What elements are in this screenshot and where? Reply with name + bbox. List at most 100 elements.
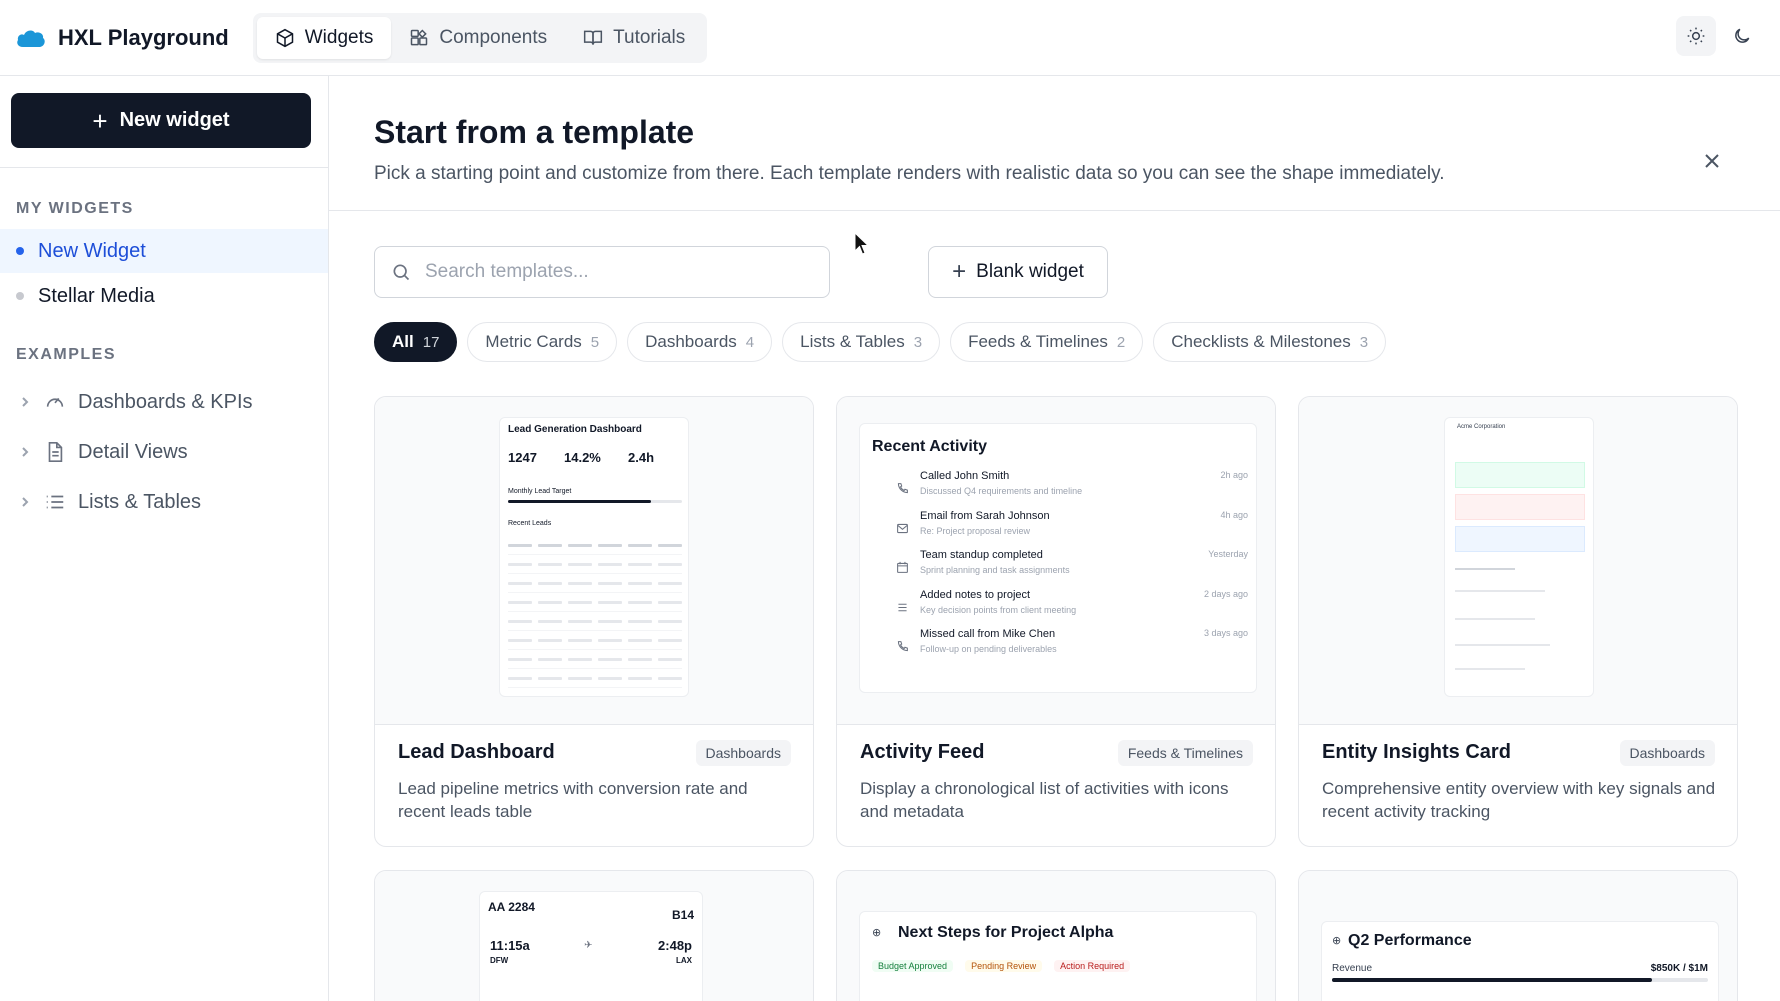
dot-icon <box>16 292 24 300</box>
revenue-value: $850K / $1M <box>1650 963 1708 974</box>
tab-tutorials[interactable]: Tutorials <box>565 17 703 59</box>
template-card-lead-dashboard[interactable]: Lead Generation Dashboard 1247 14.2% 2.4… <box>374 396 814 847</box>
chip-count: 5 <box>590 333 600 351</box>
signal-box <box>1455 526 1585 552</box>
chip-label: All <box>392 332 414 351</box>
template-card-entity-insights[interactable]: Acme Corporation Entity Insights Card Da… <box>1298 396 1738 847</box>
lead-preview-widget: Lead Generation Dashboard 1247 14.2% 2.4… <box>499 417 689 697</box>
new-widget-label: New widget <box>119 109 230 131</box>
brand[interactable]: HXL Playground <box>16 25 229 51</box>
filter-chip-checklists-milestones[interactable]: Checklists & Milestones 3 <box>1153 322 1387 362</box>
lead-table-row <box>508 555 682 574</box>
lead-target-label: Monthly Lead Target <box>508 488 572 495</box>
lead-table-cell <box>628 543 652 547</box>
perf-preview-widget: ⊕ Q2 Performance Revenue $850K / $1M <box>1321 921 1719 1001</box>
flight-preview-widget: AA 2284 B14 11:15a DFW 2:48p LAX ✈ <box>479 891 703 1001</box>
lead-table-row <box>508 631 682 650</box>
tab-tutorials-label: Tutorials <box>613 26 686 48</box>
depart-code: DFW <box>490 956 509 965</box>
target-icon: ⊕ <box>1332 935 1342 947</box>
sidebar-divider <box>0 167 329 168</box>
lead-table-cell <box>568 676 592 680</box>
lead-table-cell <box>658 657 682 661</box>
activity-item-time: 4h ago <box>1220 509 1248 520</box>
mouse-cursor-icon <box>854 232 870 255</box>
search-box[interactable] <box>374 246 830 298</box>
lead-table-cell <box>508 562 532 566</box>
filter-chip-dashboards[interactable]: Dashboards 4 <box>627 322 773 362</box>
sun-icon <box>1687 27 1705 45</box>
chip-count: 4 <box>745 333 755 351</box>
template-panel: Start from a template Pick a starting po… <box>329 76 1780 1001</box>
new-widget-button[interactable]: + New widget <box>11 93 311 148</box>
lead-table-cell <box>628 562 652 566</box>
lead-table-cell <box>658 638 682 642</box>
lead-table-cell <box>538 619 562 623</box>
activity-item-sub: Sprint planning and task assignments <box>920 565 1070 575</box>
active-dot-icon <box>16 247 24 255</box>
chip-label: Checklists & Milestones <box>1171 332 1351 351</box>
template-card-next-steps[interactable]: ⊕ Next Steps for Project Alpha Budget Ap… <box>836 870 1276 1001</box>
cube-icon <box>276 28 293 47</box>
filter-chip-feeds-timelines[interactable]: Feeds & Timelines 2 <box>950 322 1144 362</box>
lead-table-cell <box>658 676 682 680</box>
activity-item-title: Team standup completed <box>920 549 1043 561</box>
filter-chip-metric-cards[interactable]: Metric Cards 5 <box>467 322 618 362</box>
page-title: Start from a template <box>374 114 695 150</box>
activity-item-title: Missed call from Mike Chen <box>920 628 1056 640</box>
lead-table-cell <box>538 657 562 661</box>
template-card-q2-performance[interactable]: ⊕ Q2 Performance Revenue $850K / $1M <box>1298 870 1738 1001</box>
tab-components-label: Components <box>439 26 548 48</box>
tab-components[interactable]: Components <box>391 17 565 59</box>
app-title: HXL Playground <box>58 24 229 50</box>
template-card-flight[interactable]: AA 2284 B14 11:15a DFW 2:48p LAX ✈ <box>374 870 814 1001</box>
card-title: Activity Feed <box>860 741 985 763</box>
example-dashboards-kpis[interactable]: Dashboards & KPIs <box>0 380 328 424</box>
lead-table-cell <box>628 619 652 623</box>
example-detail-views[interactable]: Detail Views <box>0 430 328 474</box>
plus-icon: + <box>952 258 967 285</box>
lead-progress-track <box>508 500 682 503</box>
activity-line <box>1455 568 1515 570</box>
filter-chip-lists-tables[interactable]: Lists & Tables 3 <box>782 322 941 362</box>
lead-table-row <box>508 536 682 555</box>
lead-metric-3: 2.4h <box>628 450 655 465</box>
lead-table-row <box>508 574 682 593</box>
chip-count: 3 <box>913 333 923 351</box>
lead-table-cell <box>538 600 562 604</box>
header-divider <box>329 210 1780 211</box>
sidebar-item-stellar-media[interactable]: Stellar Media <box>0 274 328 318</box>
lead-table-cell <box>598 619 622 623</box>
card-description: Display a chronological list of activiti… <box>860 779 1229 821</box>
lead-table-cell <box>538 676 562 680</box>
search-input[interactable] <box>425 261 805 283</box>
lead-table-cell <box>598 600 622 604</box>
dark-theme-button[interactable] <box>1722 16 1762 56</box>
activity-item-sub: Key decision points from client meeting <box>920 604 1077 615</box>
chip-count: 3 <box>1359 333 1369 351</box>
card-description: Lead pipeline metrics with conversion ra… <box>398 779 748 821</box>
examples-heading: EXAMPLES <box>16 346 117 363</box>
example-lists-tables[interactable]: Lists & Tables <box>0 480 328 524</box>
light-theme-button[interactable] <box>1676 16 1716 56</box>
activity-item-sub: Discussed Q4 requirements and timeline <box>920 486 1083 496</box>
filter-chip-all[interactable]: All 17 <box>374 322 458 362</box>
blank-widget-button[interactable]: + Blank widget <box>928 246 1108 298</box>
close-button[interactable] <box>1701 150 1723 172</box>
lead-metric-1: 1247 <box>508 450 537 465</box>
entity-preview-widget: Acme Corporation <box>1444 417 1594 697</box>
tab-widgets[interactable]: Widgets <box>256 16 392 59</box>
card-preview: AA 2284 B14 11:15a DFW 2:48p LAX ✈ <box>375 871 813 1001</box>
status-badge: Action Required <box>1054 960 1131 972</box>
card-description: Comprehensive entity overview with key s… <box>1322 779 1716 821</box>
card-tag: Dashboards <box>1619 740 1715 766</box>
book-icon <box>584 30 603 45</box>
template-card-activity-feed[interactable]: Recent Activity Called John Smith Discuss… <box>836 396 1276 847</box>
sidebar-item-label: New Widget <box>38 239 146 262</box>
card-preview: ⊕ Next Steps for Project Alpha Budget Ap… <box>837 871 1275 1001</box>
lead-table-cell <box>568 657 592 661</box>
card-tag: Dashboards <box>695 740 791 766</box>
sidebar-item-new-widget[interactable]: New Widget <box>0 229 328 273</box>
signal-box <box>1455 462 1585 488</box>
activity-item-title: Called John Smith <box>920 470 1010 482</box>
